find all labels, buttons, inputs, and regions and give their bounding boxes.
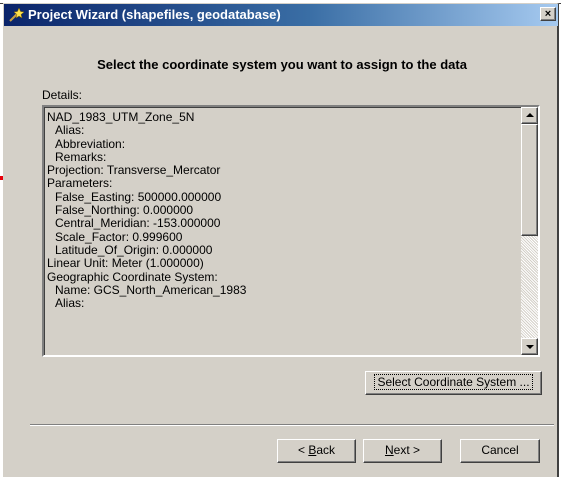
details-line: Linear Unit: Meter (1.000000) xyxy=(47,256,204,271)
page-heading: Select the coordinate system you want to… xyxy=(97,57,467,72)
separator xyxy=(30,424,554,426)
scroll-up-button[interactable] xyxy=(521,107,538,124)
details-label: Details: xyxy=(42,88,83,102)
details-line: Name: GCS_North_American_1983 xyxy=(55,282,247,297)
project-wizard-dialog: Project Wizard (shapefiles, geodatabase)… xyxy=(3,3,559,477)
details-line: NAD_1983_UTM_Zone_5N xyxy=(47,110,195,124)
select-coordinate-system-button[interactable]: Select Coordinate System ... xyxy=(365,371,542,395)
window-title: Project Wizard (shapefiles, geodatabase) xyxy=(28,7,281,22)
details-line: Abbreviation: xyxy=(55,136,126,151)
details-line: Central_Meridian: -153.000000 xyxy=(55,216,221,231)
details-line: Scale_Factor: 0.999600 xyxy=(55,229,183,244)
details-line: False_Easting: 500000.000000 xyxy=(55,189,222,204)
next-button[interactable]: Next > xyxy=(363,439,442,463)
details-line: False_Northing: 0.000000 xyxy=(55,203,194,218)
cancel-button[interactable]: Cancel xyxy=(460,439,540,463)
wizard-wand-icon xyxy=(9,7,24,22)
back-button-label: < Back xyxy=(297,443,336,457)
next-button-label: Next > xyxy=(384,443,421,457)
select-coordinate-system-label: Select Coordinate System ... xyxy=(374,374,533,390)
title-bar[interactable]: Project Wizard (shapefiles, geodatabase)… xyxy=(4,4,558,26)
details-line: Alias: xyxy=(55,296,85,311)
scroll-down-button[interactable] xyxy=(521,338,538,355)
details-line: Remarks: xyxy=(55,149,107,164)
scroll-down-arrow-icon xyxy=(526,345,534,349)
scroll-thumb[interactable] xyxy=(521,124,538,236)
details-line: Geographic Coordinate System: xyxy=(47,269,218,284)
details-scrollbar[interactable] xyxy=(521,107,538,355)
scroll-up-arrow-icon xyxy=(526,113,534,117)
back-button[interactable]: < Back xyxy=(277,439,356,463)
details-line: Alias: xyxy=(55,123,85,138)
details-text: NAD_1983_UTM_Zone_5N Alias: Abbreviation: R… xyxy=(47,110,517,311)
details-line: Latitude_Of_Origin: 0.000000 xyxy=(55,242,213,257)
details-line: Projection: Transverse_Mercator xyxy=(47,163,221,178)
close-icon[interactable]: × xyxy=(540,7,556,21)
details-textbox[interactable]: NAD_1983_UTM_Zone_5N Alias: Abbreviation: R… xyxy=(42,105,540,357)
details-line: Parameters: xyxy=(47,176,113,191)
